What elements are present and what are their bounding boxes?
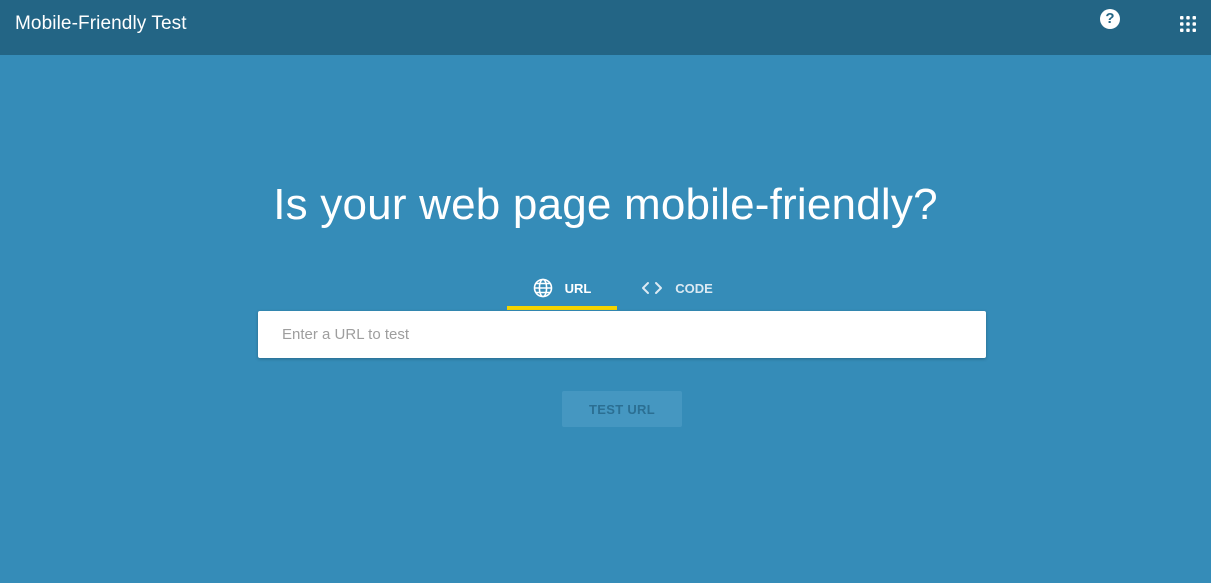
tab-url-label: URL (564, 280, 592, 296)
tab-code-label: CODE (675, 280, 713, 296)
top-app-bar: Mobile-Friendly Test ? (0, 0, 1211, 55)
url-input[interactable] (258, 311, 986, 358)
input-mode-tabs: URL CODE (507, 266, 727, 310)
tab-active-indicator (507, 306, 617, 310)
test-url-button[interactable]: TEST URL (562, 391, 682, 427)
apps-grid-icon[interactable] (1180, 16, 1196, 32)
globe-icon (533, 278, 552, 298)
code-icon (642, 282, 663, 294)
tab-code[interactable]: CODE (625, 266, 729, 310)
help-icon[interactable]: ? (1100, 9, 1120, 29)
tab-url[interactable]: URL (507, 266, 617, 310)
app-title: Mobile-Friendly Test (15, 13, 187, 34)
page-heading: Is your web page mobile-friendly? (273, 180, 938, 229)
